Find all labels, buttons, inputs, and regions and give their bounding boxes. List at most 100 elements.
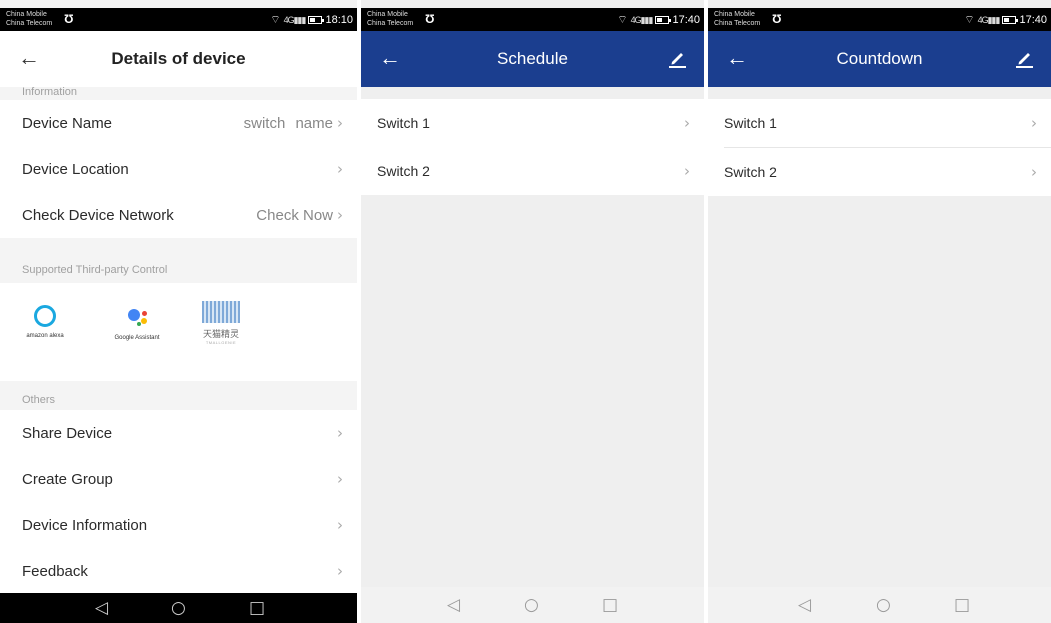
row-label: Create Group (22, 470, 113, 488)
status-time: 17:40 (672, 14, 700, 26)
row-label: Check Device Network (22, 206, 174, 224)
status-bar: China Mobile China Telecom Ʊ ⌔ 4G▮▮▮ 17:… (361, 8, 704, 31)
section-header-others: Others (22, 394, 56, 406)
wifi-icon: ⌔ (964, 14, 975, 26)
create-group-row[interactable]: Create Group › (0, 456, 357, 502)
nav-back-icon[interactable]: ◁ (447, 596, 460, 614)
device-name-value: switch name (243, 114, 333, 132)
row-label: Device Information (22, 516, 148, 534)
chevron-right-icon: › (1031, 163, 1037, 181)
list-item-label: Switch 2 (377, 163, 430, 179)
list-item-switch-1[interactable]: Switch 1 › (708, 99, 1051, 147)
carrier-names: China Mobile China Telecom (367, 10, 413, 28)
device-information-row[interactable]: Device Information › (0, 502, 357, 548)
information-card: Device Name switch name › Device Locatio… (0, 100, 357, 238)
carrier-names: China Mobile China Telecom (6, 10, 52, 28)
chevron-right-icon: › (684, 162, 690, 180)
app-header: ← Countdown (708, 31, 1051, 87)
signal-icon: 4G▮▮▮ (283, 14, 307, 25)
network-type: 4G (283, 14, 295, 25)
chevron-right-icon: › (337, 516, 343, 534)
notification-icon: Ʊ (772, 12, 782, 26)
nav-home-icon[interactable]: ○ (524, 596, 539, 614)
carrier-names: China Mobile China Telecom (714, 10, 760, 28)
list-item-switch-2[interactable]: Switch 2 › (708, 148, 1051, 196)
row-label: Device Name (22, 114, 113, 132)
device-name-row[interactable]: Device Name switch name › (0, 100, 357, 146)
signal-icon: 4G▮▮▮ (630, 14, 654, 25)
carrier-2: China Telecom (714, 20, 761, 27)
chevron-right-icon: › (337, 424, 343, 442)
battery-icon (655, 16, 672, 24)
page-title: Details of device (111, 49, 246, 68)
section-header-third-party: Supported Third-party Control (22, 264, 168, 276)
app-header: ← Schedule (361, 31, 704, 87)
nav-back-icon[interactable]: ◁ (95, 599, 108, 617)
tmall-genie-label: 天猫精灵 (202, 329, 239, 339)
nav-home-icon[interactable]: ○ (171, 599, 186, 617)
details-screen: China Mobile China Telecom Ʊ ⌔ 4G▮▮▮ 18:… (0, 0, 357, 623)
app-header: ← Details of device (0, 31, 357, 87)
status-time: 17:40 (1019, 14, 1047, 26)
list-item-label: Switch 1 (724, 115, 777, 131)
nav-recent-icon[interactable]: □ (249, 599, 265, 617)
tmall-genie-logo[interactable]: 天猫精灵 TMALLGENIE (198, 301, 244, 345)
row-label: Device Location (22, 160, 129, 178)
switch-list: Switch 1 › Switch 2 › (708, 99, 1051, 196)
google-assistant-logo[interactable]: Google Assistant (102, 305, 172, 341)
nav-recent-icon[interactable]: □ (602, 596, 618, 614)
section-header-information: Information (22, 86, 78, 98)
wifi-icon: ⌔ (617, 14, 628, 26)
list-item-switch-2[interactable]: Switch 2 › (361, 147, 704, 195)
check-now-link[interactable]: Check Now (256, 207, 333, 224)
carrier-1: China Mobile (6, 11, 47, 18)
system-nav-bar: ◁ ○ □ (361, 587, 704, 623)
network-type: 4G (977, 14, 989, 25)
status-bar: China Mobile China Telecom Ʊ ⌔ 4G▮▮▮ 17:… (708, 8, 1051, 31)
screenshot-collage: China Mobile China Telecom Ʊ ⌔ 4G▮▮▮ 18:… (0, 0, 1051, 623)
status-icons: ⌔ 4G▮▮▮ 17:40 (617, 13, 700, 27)
list-item-switch-1[interactable]: Switch 1 › (361, 99, 704, 147)
system-nav-bar: ◁ ○ □ (0, 593, 357, 623)
carrier-1: China Mobile (367, 11, 408, 18)
switch-list: Switch 1 › Switch 2 › (361, 99, 704, 195)
google-assistant-icon (124, 305, 150, 329)
nav-recent-icon[interactable]: □ (954, 596, 970, 614)
carrier-1: China Mobile (714, 11, 755, 18)
alexa-logo[interactable]: amazon alexa (22, 305, 68, 339)
alexa-icon (34, 305, 56, 327)
edit-pencil-icon[interactable] (1013, 47, 1035, 69)
schedule-screen: China Mobile China Telecom Ʊ ⌔ 4G▮▮▮ 17:… (361, 0, 704, 623)
status-time: 18:10 (325, 14, 353, 26)
signal-icon: 4G▮▮▮ (977, 14, 1001, 25)
nav-back-icon[interactable]: ◁ (798, 596, 811, 614)
chevron-right-icon: › (337, 470, 343, 488)
nav-home-icon[interactable]: ○ (876, 596, 891, 614)
page-title: Countdown (836, 49, 923, 68)
list-item-label: Switch 2 (724, 164, 777, 180)
battery-icon (308, 16, 325, 24)
notification-icon: Ʊ (64, 12, 74, 26)
edit-pencil-icon[interactable] (666, 47, 688, 69)
chevron-right-icon: › (1031, 114, 1037, 132)
share-device-row[interactable]: Share Device › (0, 410, 357, 456)
feedback-row[interactable]: Feedback › (0, 548, 357, 594)
chevron-right-icon: › (337, 114, 343, 132)
alexa-label: amazon alexa (26, 333, 64, 339)
carrier-2: China Telecom (367, 20, 414, 27)
others-card: Share Device › Create Group › Device Inf… (0, 410, 357, 594)
network-type: 4G (630, 14, 642, 25)
chevron-right-icon: › (337, 562, 343, 580)
google-assistant-label: Google Assistant (114, 335, 160, 341)
countdown-screen: China Mobile China Telecom Ʊ ⌔ 4G▮▮▮ 17:… (708, 0, 1051, 623)
status-icons: ⌔ 4G▮▮▮ 18:10 (270, 13, 353, 27)
device-location-row[interactable]: Device Location › (0, 146, 357, 192)
third-party-logos: amazon alexa Google Assistant 天猫精灵 TMALL… (0, 283, 357, 381)
row-label: Share Device (22, 424, 113, 442)
page-title: Schedule (497, 49, 568, 68)
notification-icon: Ʊ (425, 12, 435, 26)
check-network-row[interactable]: Check Device Network Check Now › (0, 192, 357, 238)
tmall-genie-sublabel: TMALLGENIE (205, 340, 237, 345)
chevron-right-icon: › (337, 160, 343, 178)
status-bar: China Mobile China Telecom Ʊ ⌔ 4G▮▮▮ 18:… (0, 8, 357, 31)
